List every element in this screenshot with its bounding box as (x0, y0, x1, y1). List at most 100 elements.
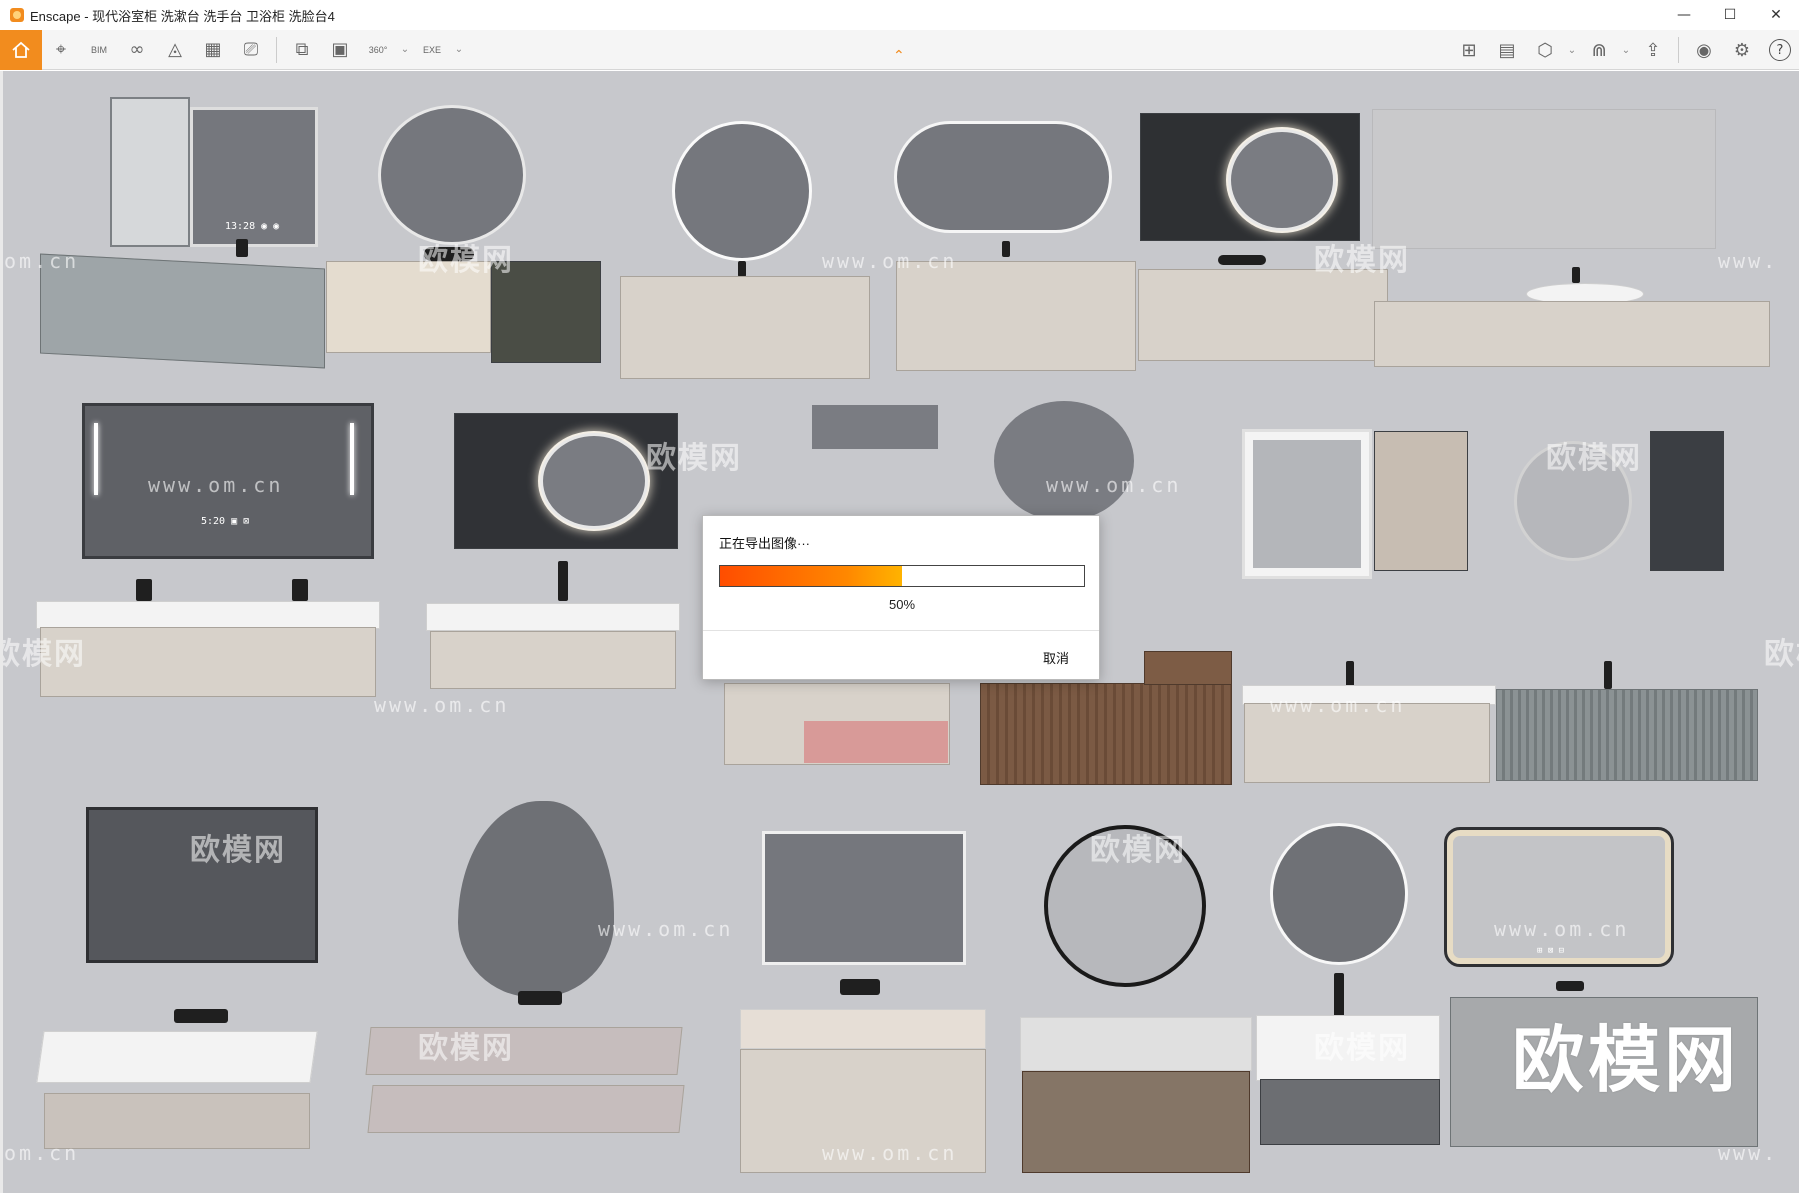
upload-icon[interactable]: ⇪ (1634, 30, 1672, 70)
vanity-cabinet (430, 631, 676, 689)
watermark-url-partial: om.cn (4, 1141, 80, 1165)
toolbar-right-group: ⊞ ▤ ⬡ ⌄ ⋒ ⌄ ⇪ ◉ ⚙ ? (1450, 30, 1799, 70)
cancel-button[interactable]: 取消 (1043, 648, 1069, 667)
material-editor-icon[interactable]: ▤ (1488, 30, 1526, 70)
wood-slat-vanity (980, 683, 1232, 785)
led-frame-mirror (1242, 429, 1372, 579)
minimize-button[interactable]: — (1661, 0, 1707, 30)
vanity-cabinet (1374, 301, 1770, 367)
progress-percent: 50% (888, 597, 916, 612)
faucet (518, 991, 562, 1005)
faucet (1346, 661, 1354, 687)
watermark-brand: 欧模网 (1090, 833, 1186, 868)
collapse-toolbar-icon[interactable]: ⌃ (893, 48, 905, 64)
faucet (840, 979, 880, 995)
progress-bar-fill (720, 566, 902, 586)
mirror: 13:28 ◉ ◉ (190, 107, 318, 247)
watermark-url-partial: om.cn (4, 249, 80, 273)
faucet (1002, 241, 1010, 257)
video-icon[interactable]: ▣ (321, 30, 359, 70)
led-ring-mirror (540, 433, 648, 529)
faucet (236, 239, 248, 257)
eye-icon[interactable]: ◉ (1685, 30, 1723, 70)
faucet (1604, 661, 1612, 689)
chevron-down-icon[interactable]: ⌄ (397, 30, 413, 70)
floating-shelf (367, 1085, 685, 1133)
faucet (1218, 255, 1266, 265)
window-title: Enscape - 现代浴室柜 洗漱台 洗手台 卫浴柜 洗脸台4 (30, 8, 335, 24)
round-mirror (672, 121, 812, 261)
dialog-divider (703, 630, 1099, 631)
watermark-brand: 欧模网 (0, 637, 86, 672)
screenshot-icon[interactable]: ⎚ (232, 30, 270, 70)
faucet (558, 561, 568, 601)
close-button[interactable]: ✕ (1753, 0, 1799, 30)
chevron-down-icon[interactable]: ⌄ (1618, 30, 1634, 70)
vanity-cabinet (1138, 269, 1388, 361)
watermark-brand: 欧模网 (1764, 637, 1799, 672)
glass-shelf (1374, 431, 1468, 571)
location-pin-icon[interactable]: ⌖ (42, 30, 80, 70)
navigation-icon[interactable]: ◬ (156, 30, 194, 70)
watermark-brand: 欧模网 (1314, 1031, 1410, 1066)
watermark-brand-large: 欧模网 (1512, 1018, 1741, 1102)
home-button[interactable] (0, 29, 42, 70)
vanity-cabinet (40, 627, 376, 697)
countertop (740, 1009, 986, 1049)
views-icon[interactable]: ⋒ (1580, 30, 1618, 70)
led-strip (94, 423, 98, 495)
dialog-title: 正在导出图像··· (719, 536, 810, 551)
faucet (174, 1009, 228, 1023)
help-button[interactable]: ? (1761, 30, 1799, 70)
help-icon: ? (1769, 39, 1791, 61)
mirror-clock-display: 5:20 ▣ ⊠ (201, 516, 250, 527)
mirror-clock-display: ⊞ ⊠ ⊟ (1537, 946, 1565, 956)
gear-icon[interactable]: ⚙ (1723, 30, 1761, 70)
round-mirror (378, 105, 526, 245)
vanity-cabinet (40, 253, 325, 369)
base-shelf (44, 1093, 310, 1149)
enscape-logo-icon (10, 8, 24, 22)
pebble-mirror (458, 801, 614, 997)
building-icon[interactable]: ▦ (194, 30, 232, 70)
watermark-url-partial: www. (1718, 1141, 1779, 1165)
progress-bar (719, 565, 1085, 587)
watermark-url: www.om.cn (822, 249, 958, 273)
binoculars-icon[interactable]: ∞ (118, 30, 156, 70)
wood-shelf (1144, 651, 1232, 685)
watermark-url: www.om.cn (148, 473, 284, 497)
countertop (426, 603, 680, 631)
floating-countertop (365, 1027, 683, 1075)
vanity-cabinet (1260, 1079, 1440, 1145)
mirror-clock-display: 13:28 ◉ ◉ (225, 221, 280, 232)
watermark-url: www.om.cn (822, 1141, 958, 1165)
watermark-brand: 欧模网 (190, 833, 286, 868)
toolbar-divider (276, 36, 277, 63)
faucet (738, 261, 746, 277)
exe-export-button[interactable]: EXE (413, 30, 451, 70)
mirror (812, 405, 938, 449)
faucet (1572, 267, 1580, 283)
vanity-cabinet (896, 261, 1136, 371)
watermark-url: www.om.cn (1494, 917, 1630, 941)
countertop (36, 601, 380, 629)
watermark-url: www.om.cn (598, 917, 734, 941)
asset-library-icon[interactable]: ⬡ (1526, 30, 1564, 70)
home-icon (12, 41, 30, 58)
chevron-down-icon[interactable]: ⌄ (1564, 30, 1580, 70)
led-ring-mirror (1228, 129, 1336, 231)
panorama-button[interactable]: 360° (359, 30, 397, 70)
map-icon[interactable]: ⊞ (1450, 30, 1488, 70)
bim-button[interactable]: BIM (80, 30, 118, 70)
watermark-url: www.om.cn (374, 693, 510, 717)
vanity-cabinet (620, 276, 870, 379)
fluted-vanity (1496, 689, 1758, 781)
maximize-button[interactable]: ☐ (1707, 0, 1753, 30)
led-rounded-mirror: ⊞ ⊠ ⊟ (1444, 827, 1674, 967)
title-bar: Enscape - 现代浴室柜 洗漱台 洗手台 卫浴柜 洗脸台4 — ☐ ✕ (0, 0, 1799, 30)
export-progress-dialog: 正在导出图像··· 50% 取消 (702, 515, 1100, 680)
bim-label: BIM (90, 44, 107, 55)
chevron-down-icon[interactable]: ⌄ (451, 30, 467, 70)
batch-render-icon[interactable]: ⧉ (283, 30, 321, 70)
watermark-brand: 欧模网 (1314, 243, 1410, 278)
